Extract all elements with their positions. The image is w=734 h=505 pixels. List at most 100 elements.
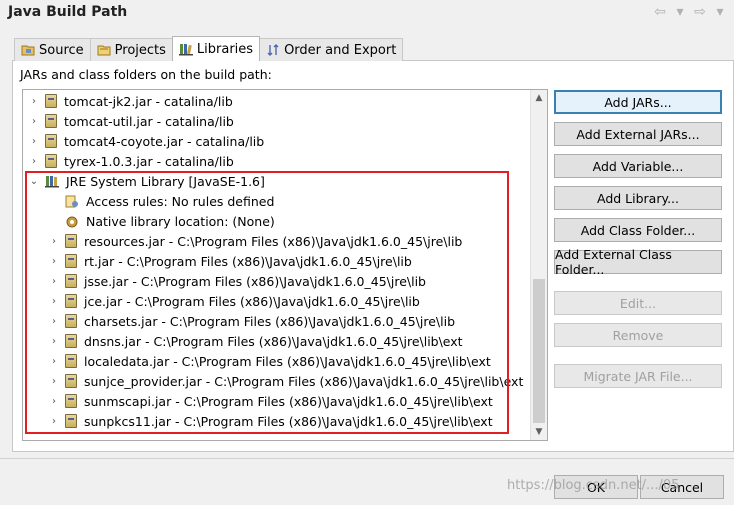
expand-twisty-icon[interactable]: › [29, 136, 39, 147]
edit-button[interactable]: Edit... [554, 291, 722, 315]
tree-row[interactable]: › jce.jar - C:\Program Files (x86)\Java\j… [49, 291, 420, 311]
dialog-title: Java Build Path [8, 4, 128, 20]
tree-row[interactable]: › tyrex-1.0.3.jar - catalina/lib [29, 151, 234, 171]
jar-icon [65, 394, 77, 408]
tree-row[interactable]: Native library location: (None) [49, 211, 275, 231]
add-external-jars-button[interactable]: Add External JARs... [554, 122, 722, 146]
expand-twisty-icon[interactable]: › [49, 396, 59, 407]
libraries-icon [178, 44, 193, 56]
add-external-class-folder-button[interactable]: Add External Class Folder... [554, 247, 722, 277]
title-bar: Java Build Path ⇦ ▾ ⇨ ▾ [0, 0, 734, 26]
expand-twisty-icon[interactable]: › [49, 416, 59, 427]
remove-button[interactable]: Remove [554, 323, 722, 347]
vertical-scrollbar[interactable]: ▲ ▼ [530, 90, 547, 440]
jar-icon [65, 414, 77, 428]
jar-icon [65, 354, 77, 368]
collapse-twisty-icon[interactable]: ⌄ [29, 176, 39, 187]
tree-row-label: tomcat-jk2.jar - catalina/lib [64, 93, 233, 109]
library-icon [45, 175, 59, 187]
tree-row[interactable]: › sunpkcs11.jar - C:\Program Files (x86)\… [49, 411, 493, 431]
tree-row-label: Access rules: No rules defined [86, 193, 275, 209]
tree-row[interactable]: › rt.jar - C:\Program Files (x86)\Java\jd… [49, 251, 412, 271]
tree-row-label: localedata.jar - C:\Program Files (x86)\… [84, 353, 491, 369]
native-library-icon [66, 216, 78, 227]
jar-icon [65, 314, 77, 328]
build-path-label: JARs and class folders on the build path… [20, 67, 272, 82]
jar-icon [65, 234, 77, 248]
tree-row-label: charsets.jar - C:\Program Files (x86)\Ja… [84, 313, 456, 329]
history-nav: ⇦ ▾ ⇨ ▾ [652, 4, 728, 20]
tab-libraries[interactable]: Libraries [171, 36, 261, 61]
forward-arrow-icon[interactable]: ⇨ [692, 4, 708, 20]
tab-label: Source [39, 42, 84, 58]
migrate-jar-button[interactable]: Migrate JAR File... [554, 364, 722, 388]
tree-row-label: jsse.jar - C:\Program Files (x86)\Java\j… [84, 273, 426, 289]
footer-separator [0, 458, 734, 459]
back-menu-icon[interactable]: ▾ [672, 4, 688, 20]
tree-row[interactable]: › jsse.jar - C:\Program Files (x86)\Java\… [49, 271, 426, 291]
tree-row[interactable]: › sunmscapi.jar - C:\Program Files (x86)\… [49, 391, 493, 411]
expand-twisty-icon[interactable]: › [49, 336, 59, 347]
expand-twisty-icon[interactable]: › [49, 276, 59, 287]
tree-row-label: tomcat-util.jar - catalina/lib [64, 113, 234, 129]
tree-row-label: JRE System Library [JavaSE-1.6] [66, 173, 265, 189]
tree-row[interactable]: › tomcat-util.jar - catalina/lib [29, 111, 234, 131]
tree-row[interactable]: › tomcat-jk2.jar - catalina/lib [29, 91, 233, 111]
jar-icon [65, 254, 77, 268]
add-variable-button[interactable]: Add Variable... [554, 154, 722, 178]
expand-twisty-icon[interactable]: › [49, 376, 59, 387]
source-folder-icon [21, 45, 35, 56]
tree-row-label: sunjce_provider.jar - C:\Program Files (… [84, 373, 524, 389]
scroll-thumb[interactable] [533, 279, 545, 423]
jar-icon [65, 274, 77, 288]
scroll-up-icon[interactable]: ▲ [531, 90, 547, 106]
tree-row[interactable]: › dnsns.jar - C:\Program Files (x86)\Java… [49, 331, 463, 351]
tree-row-label: sunmscapi.jar - C:\Program Files (x86)\J… [84, 393, 493, 409]
tree-row[interactable]: › resources.jar - C:\Program Files (x86)\… [49, 231, 462, 251]
tab-label: Order and Export [284, 42, 397, 58]
add-library-button[interactable]: Add Library... [554, 186, 722, 210]
add-jars-button[interactable]: Add JARs... [554, 90, 722, 114]
add-class-folder-button[interactable]: Add Class Folder... [554, 218, 722, 242]
build-path-tree[interactable]: ▲ ▼ › tomcat-jk2.jar - catalina/lib › tomca… [22, 89, 548, 441]
projects-icon [97, 45, 111, 56]
tree-row[interactable]: ⌄ JRE System Library [JavaSE-1.6] [29, 171, 265, 191]
watermark-text: https://blog.csdn.net/.../05 [507, 478, 680, 493]
expand-twisty-icon[interactable]: › [49, 316, 59, 327]
tree-row-label: tomcat4-coyote.jar - catalina/lib [64, 133, 265, 149]
tree-row-label: sunpkcs11.jar - C:\Program Files (x86)\J… [84, 413, 493, 429]
tree-row[interactable]: › localedata.jar - C:\Program Files (x86)… [49, 351, 491, 371]
tree-row-label: jce.jar - C:\Program Files (x86)\Java\jd… [84, 293, 420, 309]
expand-twisty-icon[interactable]: › [29, 96, 39, 107]
tree-row[interactable]: › tomcat4-coyote.jar - catalina/lib [29, 131, 264, 151]
expand-twisty-icon[interactable]: › [49, 356, 59, 367]
back-arrow-icon[interactable]: ⇦ [652, 4, 668, 20]
tree-row[interactable]: › sunjce_provider.jar - C:\Program Files … [49, 371, 523, 391]
tree-row-label: tyrex-1.0.3.jar - catalina/lib [64, 153, 234, 169]
forward-menu-icon[interactable]: ▾ [712, 4, 728, 20]
scroll-down-icon[interactable]: ▼ [531, 424, 547, 440]
jar-icon [45, 94, 57, 108]
tree-row-label: rt.jar - C:\Program Files (x86)\Java\jdk… [84, 253, 412, 269]
tree-row[interactable]: Access rules: No rules defined [49, 191, 274, 211]
tree-row-label: dnsns.jar - C:\Program Files (x86)\Java\… [84, 333, 463, 349]
tab-label: Libraries [196, 41, 254, 57]
tree-row[interactable]: › charsets.jar - C:\Program Files (x86)\J… [49, 311, 455, 331]
tab-source[interactable]: Source [14, 38, 91, 61]
jar-icon [45, 154, 57, 168]
tab-bar: Source Projects Libraries Order and Expo… [14, 36, 404, 61]
tree-row-label: Native library location: (None) [86, 213, 275, 229]
tab-projects[interactable]: Projects [89, 38, 173, 61]
expand-twisty-icon[interactable]: › [49, 296, 59, 307]
tab-label: Projects [114, 42, 166, 58]
expand-twisty-icon[interactable]: › [29, 116, 39, 127]
jar-icon [45, 134, 57, 148]
expand-twisty-icon[interactable]: › [29, 156, 39, 167]
expand-twisty-icon[interactable]: › [49, 256, 59, 267]
access-rules-icon [65, 195, 78, 207]
tree-row-label: resources.jar - C:\Program Files (x86)\J… [84, 233, 463, 249]
jar-icon [65, 294, 77, 308]
tab-order-and-export[interactable]: Order and Export [259, 38, 404, 61]
expand-twisty-icon[interactable]: › [49, 236, 59, 247]
jar-icon [65, 374, 77, 388]
